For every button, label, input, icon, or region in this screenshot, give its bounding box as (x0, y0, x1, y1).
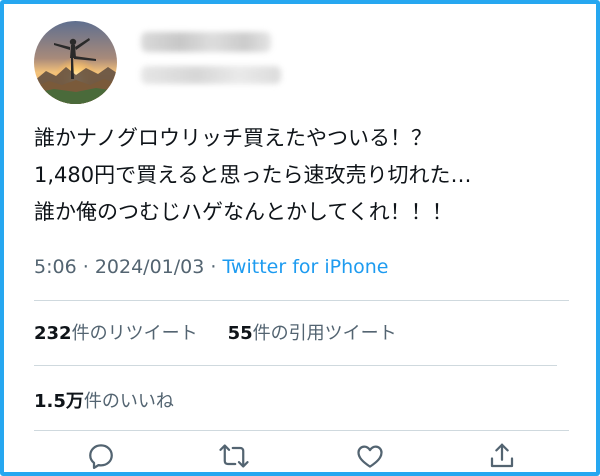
retweets-label: 件のリツイート (71, 323, 198, 344)
divider (34, 300, 569, 301)
tweet-card: 誰かナノグロウリッチ買えたやついる！？ 1,480円で買えると思ったら速攻売り切… (0, 0, 600, 476)
share-icon (490, 443, 514, 468)
tweet-text: 誰かナノグロウリッチ買えたやついる！？ 1,480円で買えると思ったら速攻売り切… (34, 120, 579, 231)
tweet-line: 誰か俺のつむじハゲなんとかしてくれ！！！ (34, 200, 453, 224)
avatar-image (34, 21, 117, 104)
like-button[interactable] (352, 438, 388, 474)
separator: · (210, 256, 217, 278)
retweets-count: 232 (34, 323, 72, 344)
engagement-stats: 232件のリツイート 55件の引用ツイート (34, 319, 397, 345)
display-name-redacted[interactable] (141, 32, 271, 52)
likes-label: 件のいいね (83, 391, 174, 412)
avatar[interactable] (34, 21, 117, 104)
likes-stat[interactable]: 1.5万件のいいね (34, 387, 174, 413)
reply-icon (89, 444, 113, 469)
tweet-line: 誰かナノグロウリッチ買えたやついる！？ (34, 126, 432, 150)
retweet-button[interactable] (216, 438, 252, 474)
quotes-stat[interactable]: 55件の引用ツイート (228, 323, 397, 344)
tweet-source-link[interactable]: Twitter for iPhone (222, 256, 388, 278)
quotes-label: 件の引用ツイート (252, 323, 397, 344)
retweets-stat[interactable]: 232件のリツイート (34, 323, 198, 344)
divider (34, 430, 569, 431)
reply-button[interactable] (83, 438, 119, 474)
tweet-time[interactable]: 5:06 (34, 256, 77, 278)
tweet-date[interactable]: 2024/01/03 (95, 256, 205, 278)
retweet-icon (219, 444, 249, 468)
separator: · (82, 256, 89, 278)
username-redacted[interactable] (141, 66, 281, 84)
like-icon (357, 445, 383, 468)
likes-count: 1.5万 (34, 391, 84, 412)
tweet-metadata: 5:06 · 2024/01/03 · Twitter for iPhone (34, 256, 389, 278)
share-button[interactable] (484, 438, 520, 474)
quotes-count: 55 (227, 323, 253, 344)
tweet-line: 1,480円で買えると思ったら速攻売り切れた… (34, 163, 472, 187)
divider (34, 365, 557, 366)
